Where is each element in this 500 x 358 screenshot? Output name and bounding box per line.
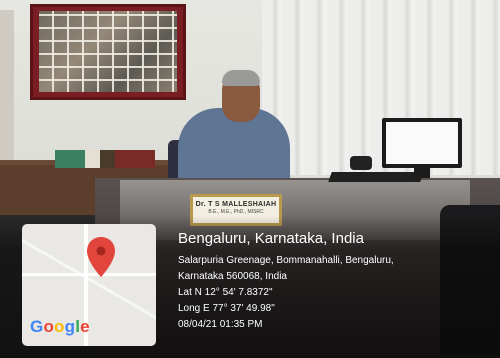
- address-line-1: Salarpuria Greenage, Bommanahalli, Benga…: [178, 255, 394, 266]
- file-stack: [55, 150, 155, 168]
- person-hair: [222, 70, 260, 86]
- map-pin-icon: [87, 237, 115, 277]
- pinned-photos: [39, 11, 177, 92]
- google-logo-letter: e: [80, 317, 90, 336]
- google-logo: Google: [30, 317, 90, 337]
- latitude: Lat N 12° 54' 7.8372": [178, 287, 273, 298]
- google-logo-letter: g: [64, 317, 76, 336]
- computer-monitor: [382, 118, 462, 168]
- photo-notice-board: [30, 4, 186, 100]
- google-logo-letter: G: [30, 317, 44, 336]
- google-logo-letter: o: [43, 317, 55, 336]
- address-line-2: Karnataka 560068, India: [178, 271, 287, 282]
- monitor-stand: [414, 166, 430, 178]
- keyboard: [328, 172, 424, 182]
- google-logo-letter: o: [54, 317, 65, 336]
- map-thumbnail: Google: [22, 224, 156, 346]
- desk-phone: [350, 156, 372, 170]
- nameplate-name: Dr. T S MALLESHAIAH: [195, 201, 277, 208]
- longitude: Long E 77° 37' 49.98": [178, 303, 275, 314]
- geotagged-photo: Dr. T S MALLESHAIAH B.E., M.E., PhD., MI…: [0, 0, 500, 358]
- timestamp: 08/04/21 01:35 PM: [178, 319, 263, 330]
- window-curtain: [262, 0, 500, 175]
- location-title: Bengaluru, Karnataka, India: [178, 230, 364, 247]
- geotag-details: Bengaluru, Karnataka, India Salarpuria G…: [178, 230, 394, 333]
